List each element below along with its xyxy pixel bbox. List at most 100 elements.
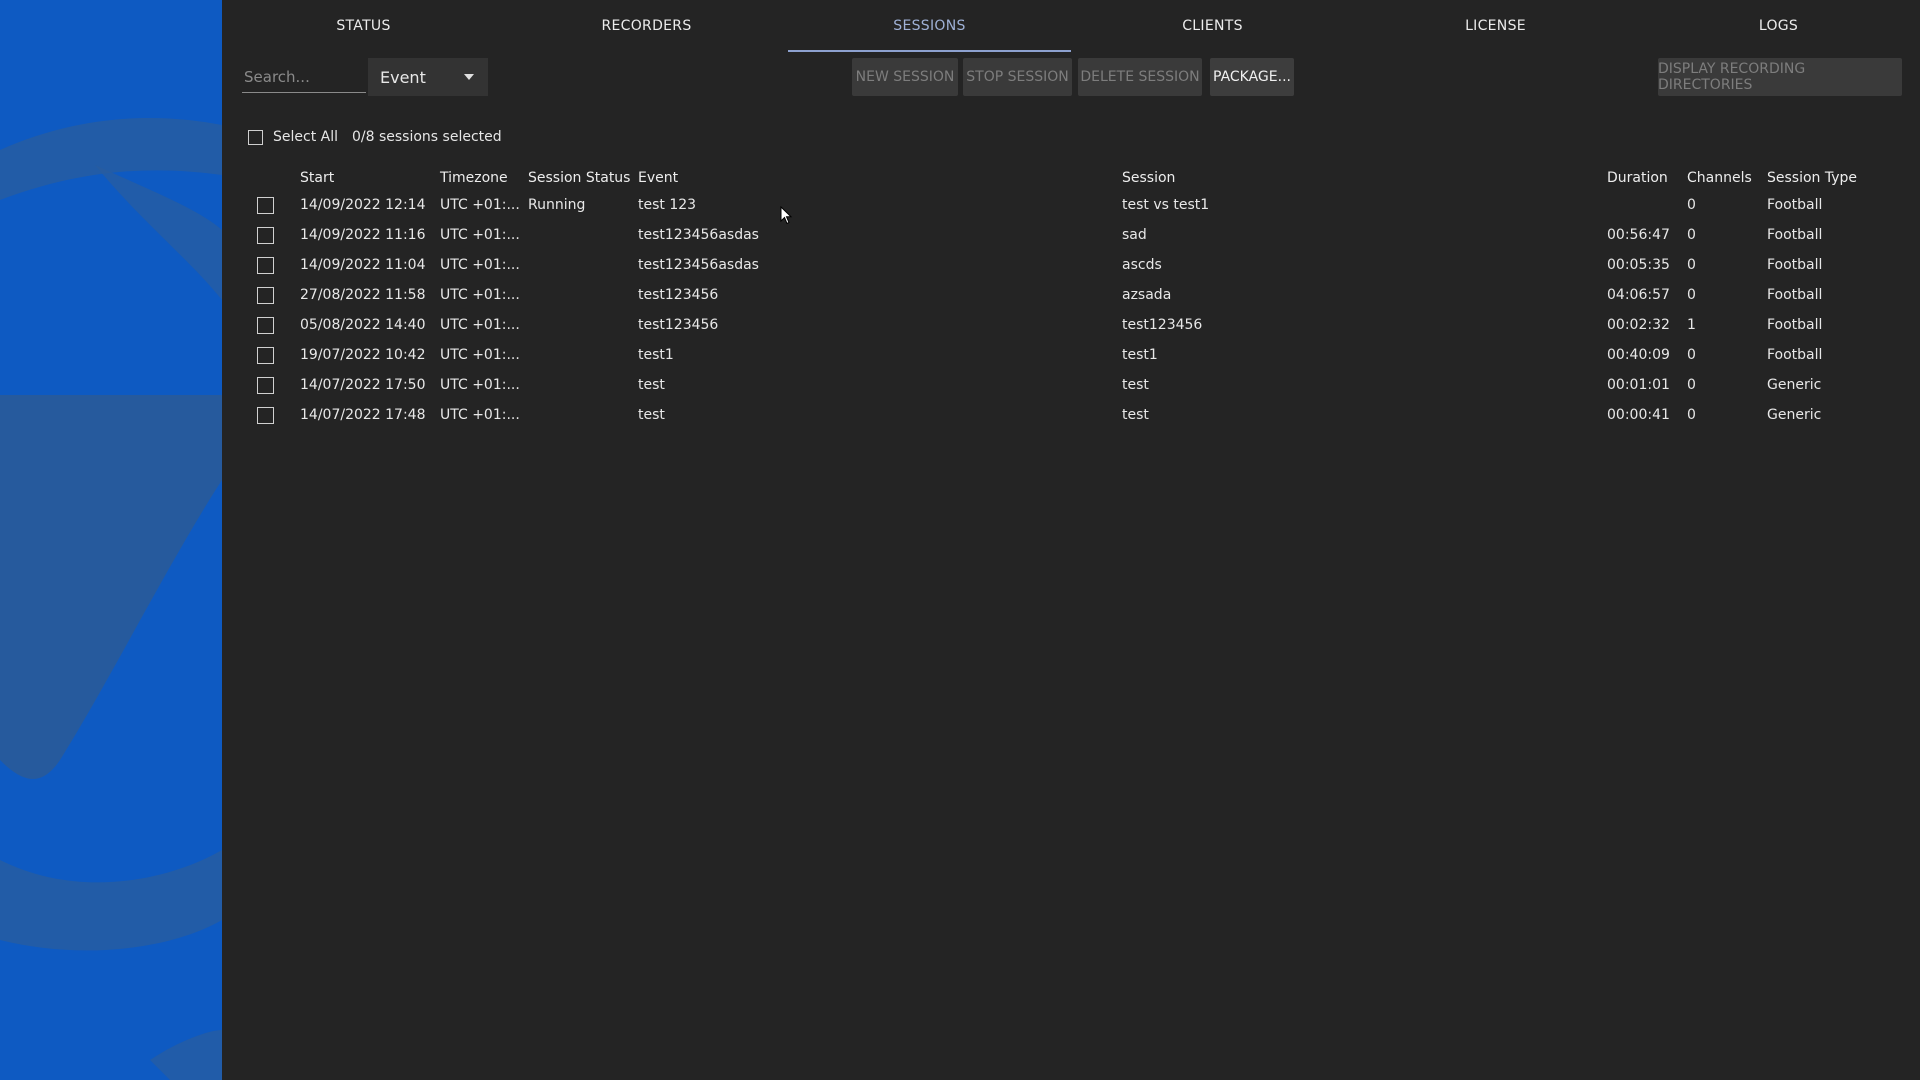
brand-side-panel: [0, 0, 222, 1080]
selection-count: 0/8 sessions selected: [352, 129, 502, 145]
cell-timezone: UTC +01:...: [440, 197, 520, 213]
table-row[interactable]: 27/08/2022 11:58 UTC +01:... test123456 …: [222, 280, 1920, 310]
cell-timezone: UTC +01:...: [440, 227, 520, 243]
cell-start: 14/09/2022 11:16: [300, 227, 426, 243]
table-row[interactable]: 14/09/2022 12:14 UTC +01:... Running tes…: [222, 190, 1920, 220]
cell-start: 14/07/2022 17:48: [300, 407, 426, 423]
package-button[interactable]: PACKAGE...: [1210, 58, 1294, 96]
select-all-row: Select All 0/8 sessions selected: [248, 126, 502, 148]
cell-session: test123456: [1122, 317, 1203, 333]
cell-duration: 00:05:35: [1607, 257, 1670, 273]
row-checkbox[interactable]: [257, 286, 274, 304]
tab-logs[interactable]: LOGS: [1637, 0, 1920, 52]
cell-session-type: Football: [1767, 227, 1823, 243]
column-header-status[interactable]: Session Status: [528, 166, 630, 190]
search-input[interactable]: [242, 62, 366, 93]
column-header-event[interactable]: Event: [638, 166, 678, 190]
tab-sessions[interactable]: SESSIONS: [788, 0, 1071, 52]
table-row[interactable]: 05/08/2022 14:40 UTC +01:... test123456 …: [222, 310, 1920, 340]
table-row[interactable]: 19/07/2022 10:42 UTC +01:... test1 test1…: [222, 340, 1920, 370]
cell-channels: 0: [1687, 227, 1696, 243]
column-header-channels[interactable]: Channels: [1687, 166, 1752, 190]
tab-status[interactable]: STATUS: [222, 0, 505, 52]
chevron-down-icon: [464, 74, 474, 80]
cell-event: test123456asdas: [638, 257, 759, 273]
delete-session-button[interactable]: DELETE SESSION: [1078, 58, 1202, 96]
table-row[interactable]: 14/07/2022 17:50 UTC +01:... test test 0…: [222, 370, 1920, 400]
cell-channels: 1: [1687, 317, 1696, 333]
main-content: STATUS RECORDERS SESSIONS CLIENTS LICENS…: [222, 0, 1920, 1080]
cell-channels: 0: [1687, 257, 1696, 273]
tab-bar: STATUS RECORDERS SESSIONS CLIENTS LICENS…: [222, 0, 1920, 52]
cell-session: test: [1122, 407, 1149, 423]
cell-event: test123456asdas: [638, 227, 759, 243]
cell-channels: 0: [1687, 197, 1696, 213]
cell-session-type: Football: [1767, 287, 1823, 303]
cell-channels: 0: [1687, 377, 1696, 393]
cell-event: test1: [638, 347, 674, 363]
cell-session: test1: [1122, 347, 1158, 363]
cell-channels: 0: [1687, 287, 1696, 303]
cell-channels: 0: [1687, 407, 1696, 423]
cell-channels: 0: [1687, 347, 1696, 363]
cell-session-type: Generic: [1767, 377, 1822, 393]
table-header: Start Timezone Session Status Event Sess…: [222, 166, 1920, 190]
cell-start: 19/07/2022 10:42: [300, 347, 426, 363]
new-session-button[interactable]: NEW SESSION: [852, 58, 958, 96]
filter-dropdown[interactable]: Event: [368, 58, 488, 96]
cell-timezone: UTC +01:...: [440, 347, 520, 363]
cell-timezone: UTC +01:...: [440, 407, 520, 423]
app-window: STATUS RECORDERS SESSIONS CLIENTS LICENS…: [0, 0, 1920, 1080]
cell-timezone: UTC +01:...: [440, 317, 520, 333]
cell-session-type: Football: [1767, 257, 1823, 273]
cell-status: Running: [528, 197, 586, 213]
table-row[interactable]: 14/09/2022 11:16 UTC +01:... test123456a…: [222, 220, 1920, 250]
cell-session-type: Football: [1767, 197, 1823, 213]
row-checkbox[interactable]: [257, 376, 274, 394]
cell-duration: 00:56:47: [1607, 227, 1670, 243]
tab-clients[interactable]: CLIENTS: [1071, 0, 1354, 52]
row-checkbox[interactable]: [257, 406, 274, 424]
column-header-duration[interactable]: Duration: [1607, 166, 1668, 190]
cell-session-type: Generic: [1767, 407, 1822, 423]
select-all-label[interactable]: Select All: [273, 129, 338, 145]
table-row[interactable]: 14/07/2022 17:48 UTC +01:... test test 0…: [222, 400, 1920, 430]
row-checkbox[interactable]: [257, 226, 274, 244]
tab-license[interactable]: LICENSE: [1354, 0, 1637, 52]
cell-timezone: UTC +01:...: [440, 287, 520, 303]
cell-start: 05/08/2022 14:40: [300, 317, 426, 333]
cell-duration: 00:01:01: [1607, 377, 1670, 393]
cell-event: test 123: [638, 197, 697, 213]
cell-start: 14/07/2022 17:50: [300, 377, 426, 393]
tab-recorders[interactable]: RECORDERS: [505, 0, 788, 52]
row-checkbox[interactable]: [257, 346, 274, 364]
cell-timezone: UTC +01:...: [440, 257, 520, 273]
row-checkbox[interactable]: [257, 256, 274, 274]
logo-swirl-graphic: [0, 0, 222, 1080]
cell-event: test: [638, 377, 665, 393]
column-header-session[interactable]: Session: [1122, 166, 1175, 190]
column-header-start[interactable]: Start: [300, 166, 334, 190]
mouse-cursor-icon: [780, 206, 793, 225]
filter-dropdown-value: Event: [380, 67, 426, 87]
cell-session: sad: [1122, 227, 1147, 243]
row-checkbox[interactable]: [257, 196, 274, 214]
cell-start: 14/09/2022 11:04: [300, 257, 426, 273]
column-header-timezone[interactable]: Timezone: [440, 166, 508, 190]
cell-start: 27/08/2022 11:58: [300, 287, 426, 303]
cell-session-type: Football: [1767, 347, 1823, 363]
row-checkbox[interactable]: [257, 316, 274, 334]
select-all-checkbox[interactable]: [248, 129, 263, 145]
display-recording-directories-button[interactable]: DISPLAY RECORDING DIRECTORIES: [1658, 58, 1902, 96]
cell-duration: 00:02:32: [1607, 317, 1670, 333]
cell-start: 14/09/2022 12:14: [300, 197, 426, 213]
cell-event: test123456: [638, 317, 719, 333]
table-row[interactable]: 14/09/2022 11:04 UTC +01:... test123456a…: [222, 250, 1920, 280]
cell-session: ascds: [1122, 257, 1162, 273]
cell-event: test123456: [638, 287, 719, 303]
cell-duration: 04:06:57: [1607, 287, 1670, 303]
cell-event: test: [638, 407, 665, 423]
column-header-session-type[interactable]: Session Type: [1767, 166, 1857, 190]
stop-session-button[interactable]: STOP SESSION: [963, 58, 1072, 96]
cell-duration: 00:00:41: [1607, 407, 1670, 423]
